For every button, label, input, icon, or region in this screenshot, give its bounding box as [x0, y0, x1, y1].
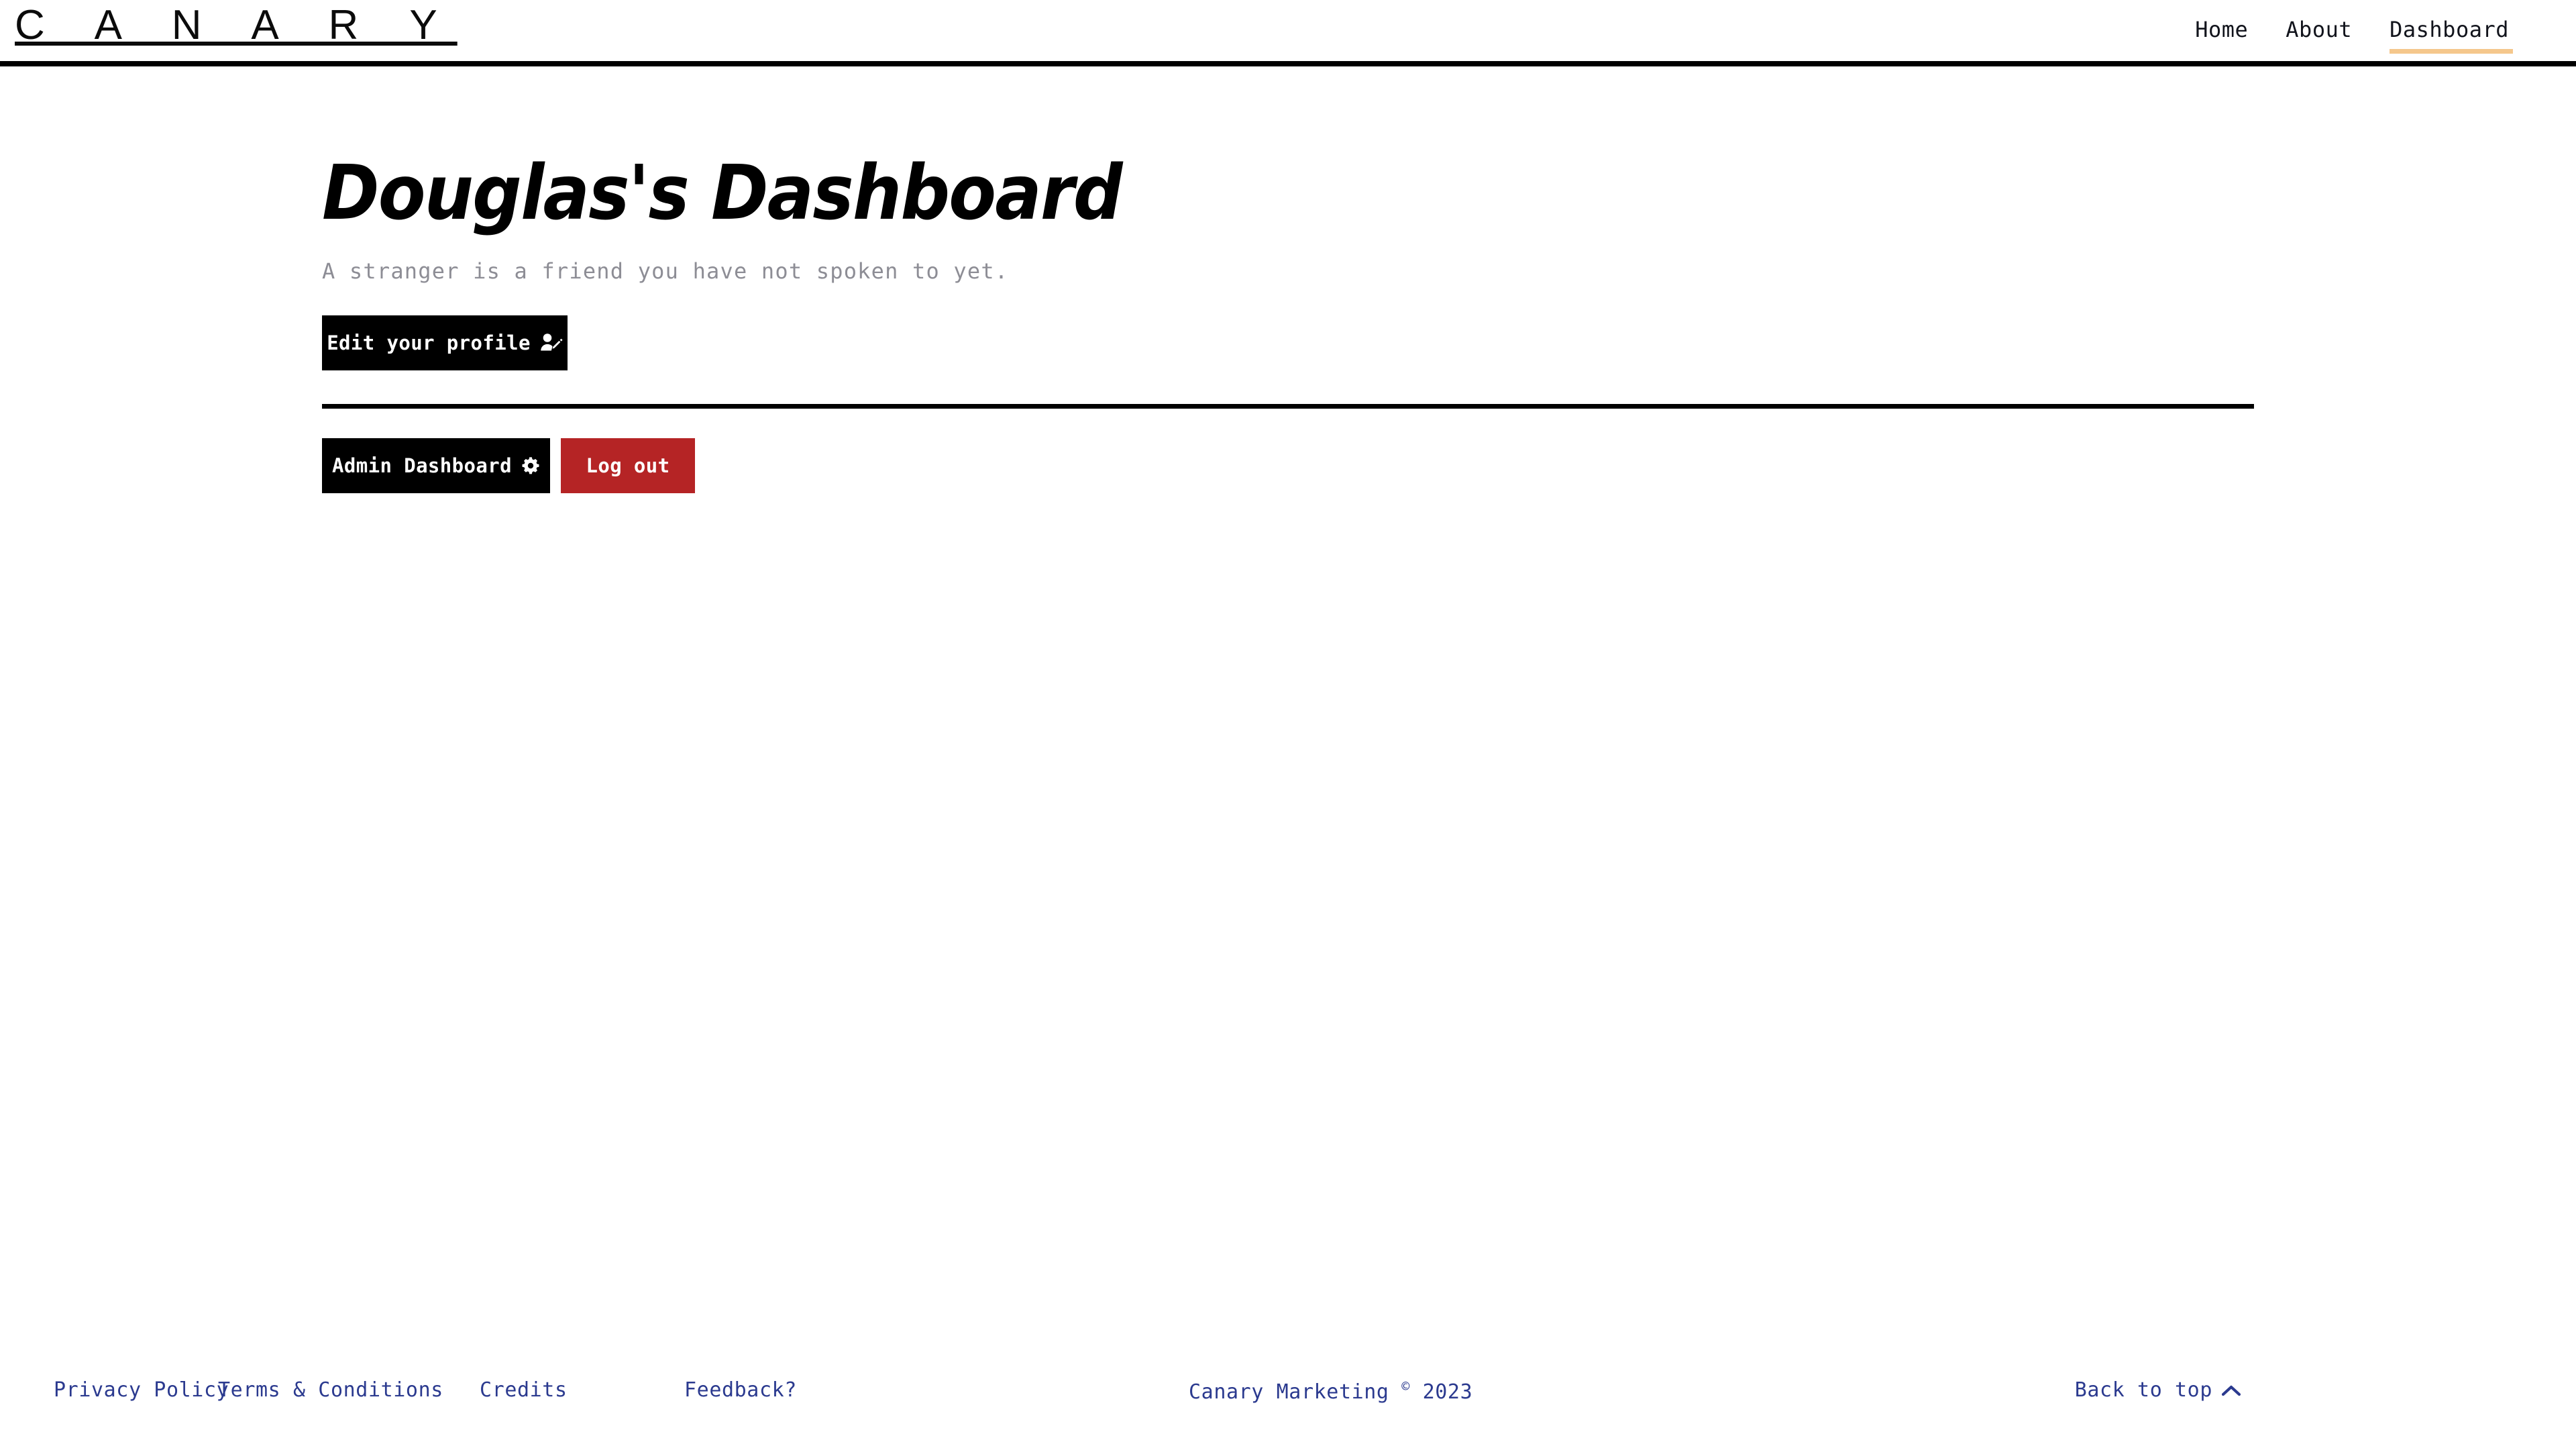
brand-logo[interactable]: C A N A R Y [15, 1, 458, 50]
main-content: Douglas's Dashboard A stranger is a frie… [0, 66, 2576, 1341]
main-navigation: Home About Dashboard [2176, 15, 2528, 54]
nav-link-about[interactable]: About [2267, 15, 2371, 44]
site-header: C A N A R Y Home About Dashboard [0, 0, 2576, 66]
gear-icon [521, 456, 540, 475]
footer-copyright: Canary Marketing © 2023 [1189, 1378, 1472, 1404]
site-footer: Privacy Policy Terms & Conditions Credit… [0, 1341, 2576, 1434]
admin-dashboard-button[interactable]: Admin Dashboard [322, 438, 550, 493]
dashboard-panel: Douglas's Dashboard A stranger is a frie… [322, 154, 2254, 493]
logout-button-label: Log out [586, 454, 670, 477]
section-divider [322, 404, 2254, 409]
admin-actions-row: Admin Dashboard Log out [322, 438, 2254, 493]
chevron-up-icon [2222, 1384, 2241, 1396]
admin-dashboard-button-label: Admin Dashboard [332, 454, 512, 477]
footer-copyright-year: 2023 [1422, 1380, 1473, 1404]
nav-link-dashboard[interactable]: Dashboard [2371, 15, 2528, 54]
footer-link-credits[interactable]: Credits [480, 1378, 684, 1402]
nav-link-home[interactable]: Home [2176, 15, 2267, 44]
logout-button[interactable]: Log out [561, 438, 695, 493]
copyright-symbol: © [1401, 1378, 1410, 1394]
edit-profile-button[interactable]: Edit your profile [322, 315, 568, 370]
footer-link-terms-conditions[interactable]: Terms & Conditions [218, 1378, 480, 1402]
footer-copyright-name: Canary Marketing [1189, 1380, 1389, 1404]
edit-profile-button-label: Edit your profile [327, 331, 531, 354]
user-edit-icon [540, 333, 563, 353]
footer-links: Privacy Policy Terms & Conditions Credit… [54, 1378, 797, 1402]
footer-link-privacy-policy[interactable]: Privacy Policy [54, 1378, 229, 1402]
footer-link-feedback[interactable]: Feedback? [684, 1378, 797, 1402]
user-tagline: A stranger is a friend you have not spok… [322, 258, 1009, 284]
back-to-top-label: Back to top [2074, 1378, 2212, 1402]
page-title: Douglas's Dashboard [322, 150, 1123, 237]
back-to-top-link[interactable]: Back to top [2075, 1378, 2241, 1402]
